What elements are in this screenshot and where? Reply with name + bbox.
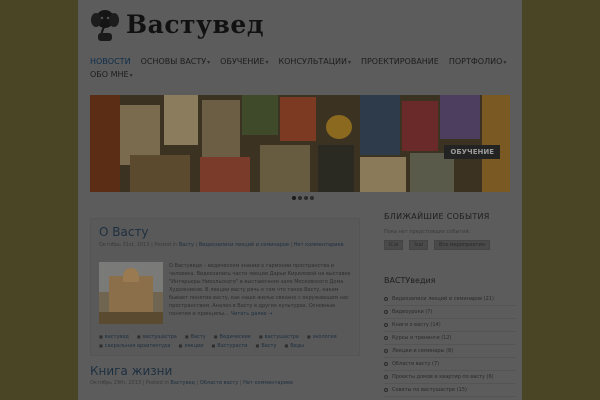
- sidebar: БЛИЖАЙШИЕ СОБЫТИЯ Пока нет предстоящих с…: [384, 212, 516, 400]
- nav-item-label: ПРОЕКТИРОВАНИЕ: [360, 57, 439, 66]
- bullet-icon: [384, 362, 388, 366]
- bullet-icon: [384, 297, 388, 301]
- slider-dot[interactable]: [292, 196, 296, 200]
- slider-pagination: [292, 196, 314, 200]
- post-category-link-2[interactable]: Видеозаписи лекций и семинаров: [199, 242, 289, 248]
- slider-dot[interactable]: [298, 196, 302, 200]
- category-item[interactable]: Проекты домов и квартир по васту (6): [384, 371, 516, 384]
- category-item[interactable]: Курсы и тренинги (12): [384, 332, 516, 345]
- category-item[interactable]: Советы по вастушастре (15): [384, 384, 516, 397]
- read-more-link[interactable]: Читать далее →: [231, 311, 273, 317]
- slider-dot[interactable]: [310, 196, 314, 200]
- post-tag[interactable]: экология: [307, 334, 337, 340]
- events-buttons: iCal Ical Все мероприятия: [384, 240, 516, 250]
- category-label: Видеозаписи лекций и семинаров (21): [392, 296, 494, 302]
- post-comments-link[interactable]: Нет комментариев: [294, 242, 344, 248]
- post-tag[interactable]: вастушастра: [259, 334, 299, 340]
- nav-item-0[interactable]: ОБО МНЕ▾: [90, 69, 133, 82]
- nav-item-0[interactable]: НОВОСТИ: [90, 56, 131, 69]
- bullet-icon: [384, 349, 388, 353]
- post2-comments-link[interactable]: Нет комментариев: [243, 380, 293, 386]
- nav-row-secondary: ОБО МНЕ▾: [90, 69, 510, 82]
- bullet-icon: [384, 388, 388, 392]
- site-logo-text[interactable]: Вастувед: [126, 10, 264, 39]
- post-tags: вастувед вастушастра Васту Ведические вастуш…: [99, 334, 351, 349]
- category-item[interactable]: Лекции и семинары (8): [384, 345, 516, 358]
- category-item[interactable]: Видеоуроки (7): [384, 306, 516, 319]
- image-slider[interactable]: ОБУЧЕНИЕ: [90, 95, 510, 192]
- main-content: О Васту Октябрь 31st, 2013 | Posted in В…: [90, 218, 360, 386]
- post-title-2[interactable]: Книга жизни: [90, 364, 360, 378]
- post-tag[interactable]: лекции: [179, 343, 203, 349]
- category-label: Курсы и тренинги (12): [392, 335, 452, 341]
- post-meta: Октябрь 31st, 2013 | Posted in Васту | В…: [99, 242, 351, 248]
- nav-item-5[interactable]: ПОРТФОЛИО▾: [449, 56, 507, 69]
- post-tag[interactable]: Вастурасти: [211, 343, 247, 349]
- bullet-icon: [384, 336, 388, 340]
- post-tag[interactable]: Веды: [284, 343, 304, 349]
- category-label: Проекты домов и квартир по васту (6): [392, 374, 494, 380]
- post-thumbnail[interactable]: [99, 262, 163, 324]
- category-item[interactable]: Области васту (7): [384, 358, 516, 371]
- nav-row-primary: НОВОСТИ ОСНОВЫ ВАСТУ▾ ОБУЧЕНИЕ▾ КОНСУЛЬТАЦИ…: [90, 56, 510, 69]
- post-tag[interactable]: вастувед: [99, 334, 129, 340]
- slide-caption[interactable]: ОБУЧЕНИЕ: [444, 145, 500, 159]
- post-category-link[interactable]: Васту: [179, 242, 194, 248]
- post-excerpt: О Вастуведе – ведическом знании о гармон…: [169, 262, 351, 324]
- nav-item-3[interactable]: КОНСУЛЬТАЦИИ▾: [278, 56, 351, 69]
- chevron-down-icon: ▾: [207, 59, 211, 66]
- bullet-icon: [384, 310, 388, 314]
- site-header: Вастувед: [78, 0, 522, 52]
- category-label: Лекции и семинары (8): [392, 348, 454, 354]
- chevron-down-icon: ▾: [265, 59, 269, 66]
- nav-item-label: НОВОСТИ: [90, 57, 131, 66]
- category-item[interactable]: Видеозаписи лекций и семинаров (21): [384, 293, 516, 306]
- main-navigation: НОВОСТИ ОСНОВЫ ВАСТУ▾ ОБУЧЕНИЕ▾ КОНСУЛЬТАЦИ…: [90, 56, 510, 82]
- nav-item-label: КОНСУЛЬТАЦИИ: [278, 57, 347, 66]
- bullet-icon: [384, 323, 388, 327]
- nav-item-1[interactable]: ОСНОВЫ ВАСТУ▾: [141, 56, 211, 69]
- post-tag[interactable]: Васту: [256, 343, 276, 349]
- post-meta-2: Октябрь 29th, 2013 | Posted in Вастувед …: [90, 380, 360, 386]
- ganesha-logo-icon[interactable]: [90, 7, 120, 43]
- post-tag[interactable]: Ведические: [214, 334, 251, 340]
- post2-category-link-2[interactable]: Области васту: [200, 380, 238, 386]
- post-date-2: Октябрь 29th, 2013 | Posted in: [90, 380, 169, 386]
- nav-item-label: ПОРТФОЛИО: [448, 57, 503, 66]
- post-article: О Васту Октябрь 31st, 2013 | Posted in В…: [90, 218, 360, 356]
- categories-widget-title: ВАСТУведия: [384, 276, 436, 285]
- post2-category-link[interactable]: Вастувед: [170, 380, 195, 386]
- bullet-icon: [384, 375, 388, 379]
- events-button[interactable]: iCal: [384, 240, 404, 250]
- chevron-down-icon: ▾: [347, 59, 351, 66]
- category-item[interactable]: Книги о васту (14): [384, 319, 516, 332]
- nav-item-label: ОСНОВЫ ВАСТУ: [140, 57, 207, 66]
- post-body: О Вастуведе – ведическом знании о гармон…: [99, 262, 351, 324]
- nav-item-4[interactable]: ПРОЕКТИРОВАНИЕ: [361, 56, 439, 69]
- category-label: Книги о васту (14): [392, 322, 441, 328]
- post-tag[interactable]: сакральная архитектура: [99, 343, 171, 349]
- post-date: Октябрь 31st, 2013 | Posted in: [99, 242, 178, 248]
- category-list: Видеозаписи лекций и семинаров (21) Видео…: [384, 293, 516, 400]
- excerpt-text: О Вастуведе – ведическом знании о гармон…: [169, 263, 351, 317]
- post-tag[interactable]: вастушастра: [137, 334, 177, 340]
- category-label: Области васту (7): [392, 361, 440, 367]
- nav-item-label: ОБУЧЕНИЕ: [220, 57, 265, 66]
- chevron-down-icon: ▾: [503, 59, 507, 66]
- post-title[interactable]: О Васту: [99, 225, 351, 239]
- nav-item-2[interactable]: ОБУЧЕНИЕ▾: [220, 56, 268, 69]
- page-container: Вастувед НОВОСТИ ОСНОВЫ ВАСТУ▾ ОБУЧЕНИЕ▾ КО…: [78, 0, 522, 400]
- slider-dot[interactable]: [304, 196, 308, 200]
- nav-item-label: ОБО МНЕ: [90, 70, 129, 79]
- category-label: Видеоуроки (7): [392, 309, 433, 315]
- events-button[interactable]: Все мероприятия: [434, 240, 490, 250]
- events-note: Пока нет предстоящих событий.: [384, 229, 471, 235]
- events-widget-title: БЛИЖАЙШИЕ СОБЫТИЯ: [384, 212, 490, 221]
- events-button[interactable]: Ical: [409, 240, 429, 250]
- category-label: Советы по вастушастре (15): [392, 387, 467, 393]
- post-tag[interactable]: Васту: [185, 334, 206, 340]
- chevron-down-icon: ▾: [129, 72, 133, 79]
